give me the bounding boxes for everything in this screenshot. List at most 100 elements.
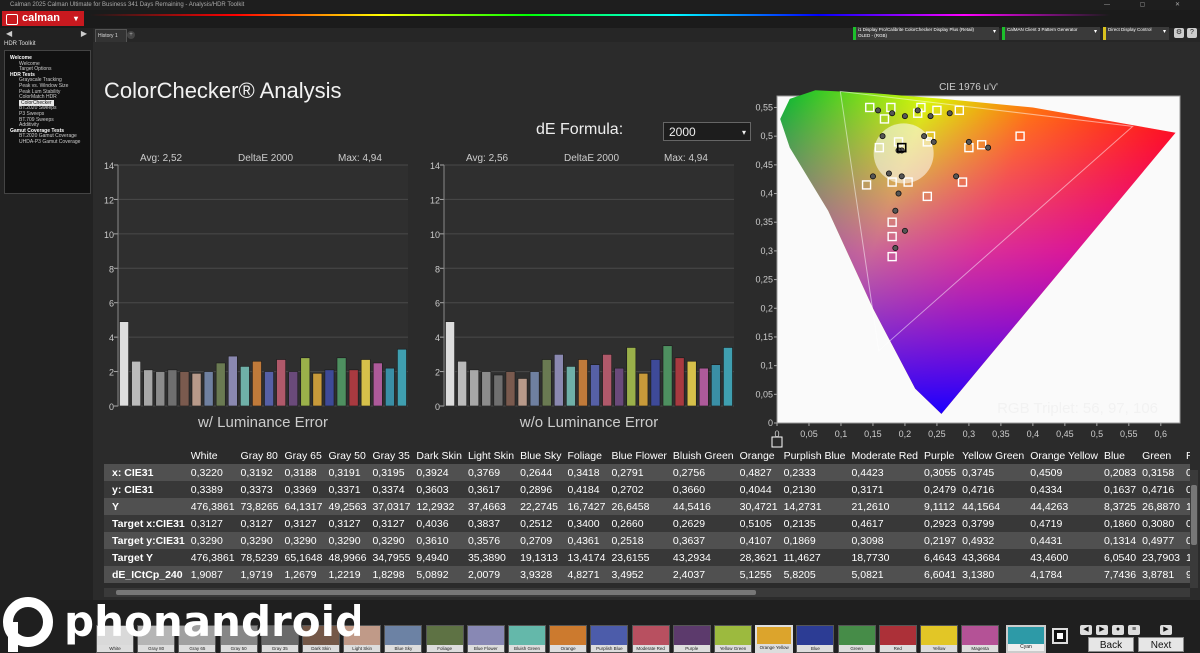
column-header: Foliage xyxy=(567,450,602,462)
play-icon[interactable]: ▶ xyxy=(1096,625,1108,635)
add-tab-icon[interactable]: + xyxy=(127,31,135,39)
row-header: dE_ICtCp_240 xyxy=(104,566,188,583)
table-cell: 3,4952 xyxy=(608,566,670,583)
scroll-thumb[interactable] xyxy=(1191,485,1197,545)
vertical-scrollbar[interactable] xyxy=(1190,470,1198,588)
table-row: Target x:CIE31 0,3127 0,3127 0,3127 0,3127 0,… xyxy=(104,515,1190,532)
swatch-label: Foliage xyxy=(426,645,463,652)
settings-icon[interactable]: ⚙ xyxy=(1174,28,1184,38)
page-title: ColorChecker® Analysis xyxy=(104,78,342,103)
window-controls[interactable]: — ▢ ✕ xyxy=(1104,0,1194,10)
swatch-item[interactable]: Yellow xyxy=(920,625,958,653)
nav-item[interactable]: UHDA-P3 Gamut Coverage xyxy=(19,139,80,145)
table-cell: 0,3188 xyxy=(281,464,326,481)
next-button[interactable]: Next xyxy=(1138,637,1184,652)
row-header: x: CIE31 xyxy=(104,464,188,481)
column-header: Gray 65 xyxy=(284,450,322,462)
swatch-item[interactable]: Blue xyxy=(796,625,835,653)
step-forward-icon[interactable]: ▶ xyxy=(1160,625,1172,635)
tab-history-1[interactable]: History 1 xyxy=(95,29,127,43)
swatch-item[interactable]: Red xyxy=(878,625,917,653)
table-cell: 476,3861 xyxy=(187,549,238,566)
table-cell: 0,3603 xyxy=(413,481,465,498)
device-pattern-generator[interactable]: CalMAN Client 3 Pattern Generator ▾ xyxy=(1002,27,1100,40)
table-cell: 11,5250 xyxy=(1183,549,1190,566)
row-header: Y xyxy=(104,498,188,515)
table-cell: 5,0821 xyxy=(848,566,922,583)
column-header: White xyxy=(190,450,218,462)
swatch-item[interactable]: Blue Sky xyxy=(384,625,423,653)
swatch-item[interactable]: Orange xyxy=(549,625,588,653)
table-cell: 0,2197 xyxy=(921,532,960,549)
table-cell: 22,2745 xyxy=(517,498,565,515)
menu-icon[interactable]: ≡ xyxy=(1128,625,1140,635)
table-cell: 28,3621 xyxy=(736,549,781,566)
table-cell: 23,7903 xyxy=(1139,549,1184,566)
swatch-item[interactable]: Orange Yellow xyxy=(755,625,794,653)
back-button[interactable]: Back xyxy=(1088,637,1134,652)
table-cell: 0,3290 xyxy=(325,532,370,549)
record-icon[interactable]: ● xyxy=(1112,625,1124,635)
column-header: Dark Skin xyxy=(416,450,462,462)
swatch-item[interactable]: Green xyxy=(837,625,876,653)
row-header: Target Y xyxy=(104,549,188,566)
panel-title: HDR Toolkit xyxy=(4,41,36,47)
swatch-cyan-selected[interactable]: Cyan xyxy=(1006,625,1046,653)
chevron-down-icon: ▾ xyxy=(992,29,996,35)
table-cell: 0,3158 xyxy=(1139,464,1184,481)
formula-select[interactable]: 2000 ▾ xyxy=(663,122,751,141)
swatch-item[interactable]: Purple xyxy=(672,625,711,653)
stop-button[interactable] xyxy=(1052,628,1068,644)
table-cell: 0,4617 xyxy=(848,515,922,532)
table-cell: 26,8870 xyxy=(1139,498,1184,515)
swatch-item[interactable]: Bluish Green xyxy=(508,625,546,653)
logo-dropdown-icon[interactable]: ▾ xyxy=(74,11,78,26)
table-row: x: CIE31 0,3220 0,3192 0,3188 0,3191 0,3195 0,… xyxy=(104,464,1190,481)
table-cell: 4,1784 xyxy=(1027,566,1101,583)
table-cell: 0,2629 xyxy=(669,515,737,532)
table-row: y: CIE31 0,3389 0,3373 0,3369 0,3371 0,3374 0,… xyxy=(104,481,1190,498)
formula-value: 2000 xyxy=(669,125,696,139)
menu-bar xyxy=(0,10,1200,28)
table-cell: 0,3290 xyxy=(237,532,282,549)
table-cell: 0,4107 xyxy=(736,532,781,549)
table-cell: 0,3192 xyxy=(237,464,282,481)
data-table[interactable]: White Gray 80 Gray 65 Gray 50 Gray 35 Dark Sk… xyxy=(104,448,1190,586)
swatch-item[interactable]: Blue Flower xyxy=(466,625,505,653)
table-cell: 0,3127 xyxy=(187,515,238,532)
table-cell: 0,3837 xyxy=(464,515,518,532)
swatch-item[interactable]: Moderate Red xyxy=(631,625,670,653)
table-cell: 6,4643 xyxy=(921,549,960,566)
measurement-table: White Gray 80 Gray 65 Gray 50 Gray 35 Dark Sk… xyxy=(104,448,1190,583)
swatch-item[interactable]: Magenta xyxy=(961,625,1000,653)
device-meter[interactable]: i1 Display Pro/Calibrite ColorChecker Di… xyxy=(853,27,999,40)
table-cell: 0,2896 xyxy=(517,481,565,498)
step-back-icon[interactable]: ◀ xyxy=(1080,625,1092,635)
column-header: Purple xyxy=(924,450,955,462)
help-icon[interactable]: ? xyxy=(1187,28,1197,38)
calman-logo[interactable]: calman ▾ xyxy=(2,11,84,26)
table-cell: 1,9087 xyxy=(187,566,238,583)
column-header: Blue Flower xyxy=(611,450,667,462)
swatch-label: Magenta xyxy=(962,645,999,652)
column-header: Gray 35 xyxy=(372,450,410,462)
table-cell: 0,5008 xyxy=(1183,464,1190,481)
table-cell: 0,3745 xyxy=(959,464,1028,481)
table-cell: 0,2479 xyxy=(921,481,960,498)
logo-icon xyxy=(6,14,18,25)
swatch-item[interactable]: Purplish Blue xyxy=(590,625,629,653)
table-cell: 4,8271 xyxy=(564,566,609,583)
collapse-icon[interactable]: ◀ xyxy=(6,29,12,38)
device-display-control[interactable]: Direct Display Control ▾ xyxy=(1103,27,1169,40)
swatch-item[interactable]: Foliage xyxy=(425,625,464,653)
swatch-item[interactable]: Yellow Green xyxy=(714,625,752,653)
device-display-name: Direct Display Control xyxy=(1108,27,1152,32)
column-header: Orange xyxy=(739,450,775,462)
table-cell: 44,4263 xyxy=(1027,498,1101,515)
chevron-down-icon: ▾ xyxy=(1093,29,1097,35)
window-titlebar: Calman 2025 Calman Ultimate for Business… xyxy=(0,0,1200,10)
table-cell: 0,2702 xyxy=(608,481,670,498)
expand-icon[interactable]: ▶ xyxy=(81,29,87,38)
table-cell: 0,4431 xyxy=(1027,532,1101,549)
table-cell: 0,1860 xyxy=(1100,515,1140,532)
